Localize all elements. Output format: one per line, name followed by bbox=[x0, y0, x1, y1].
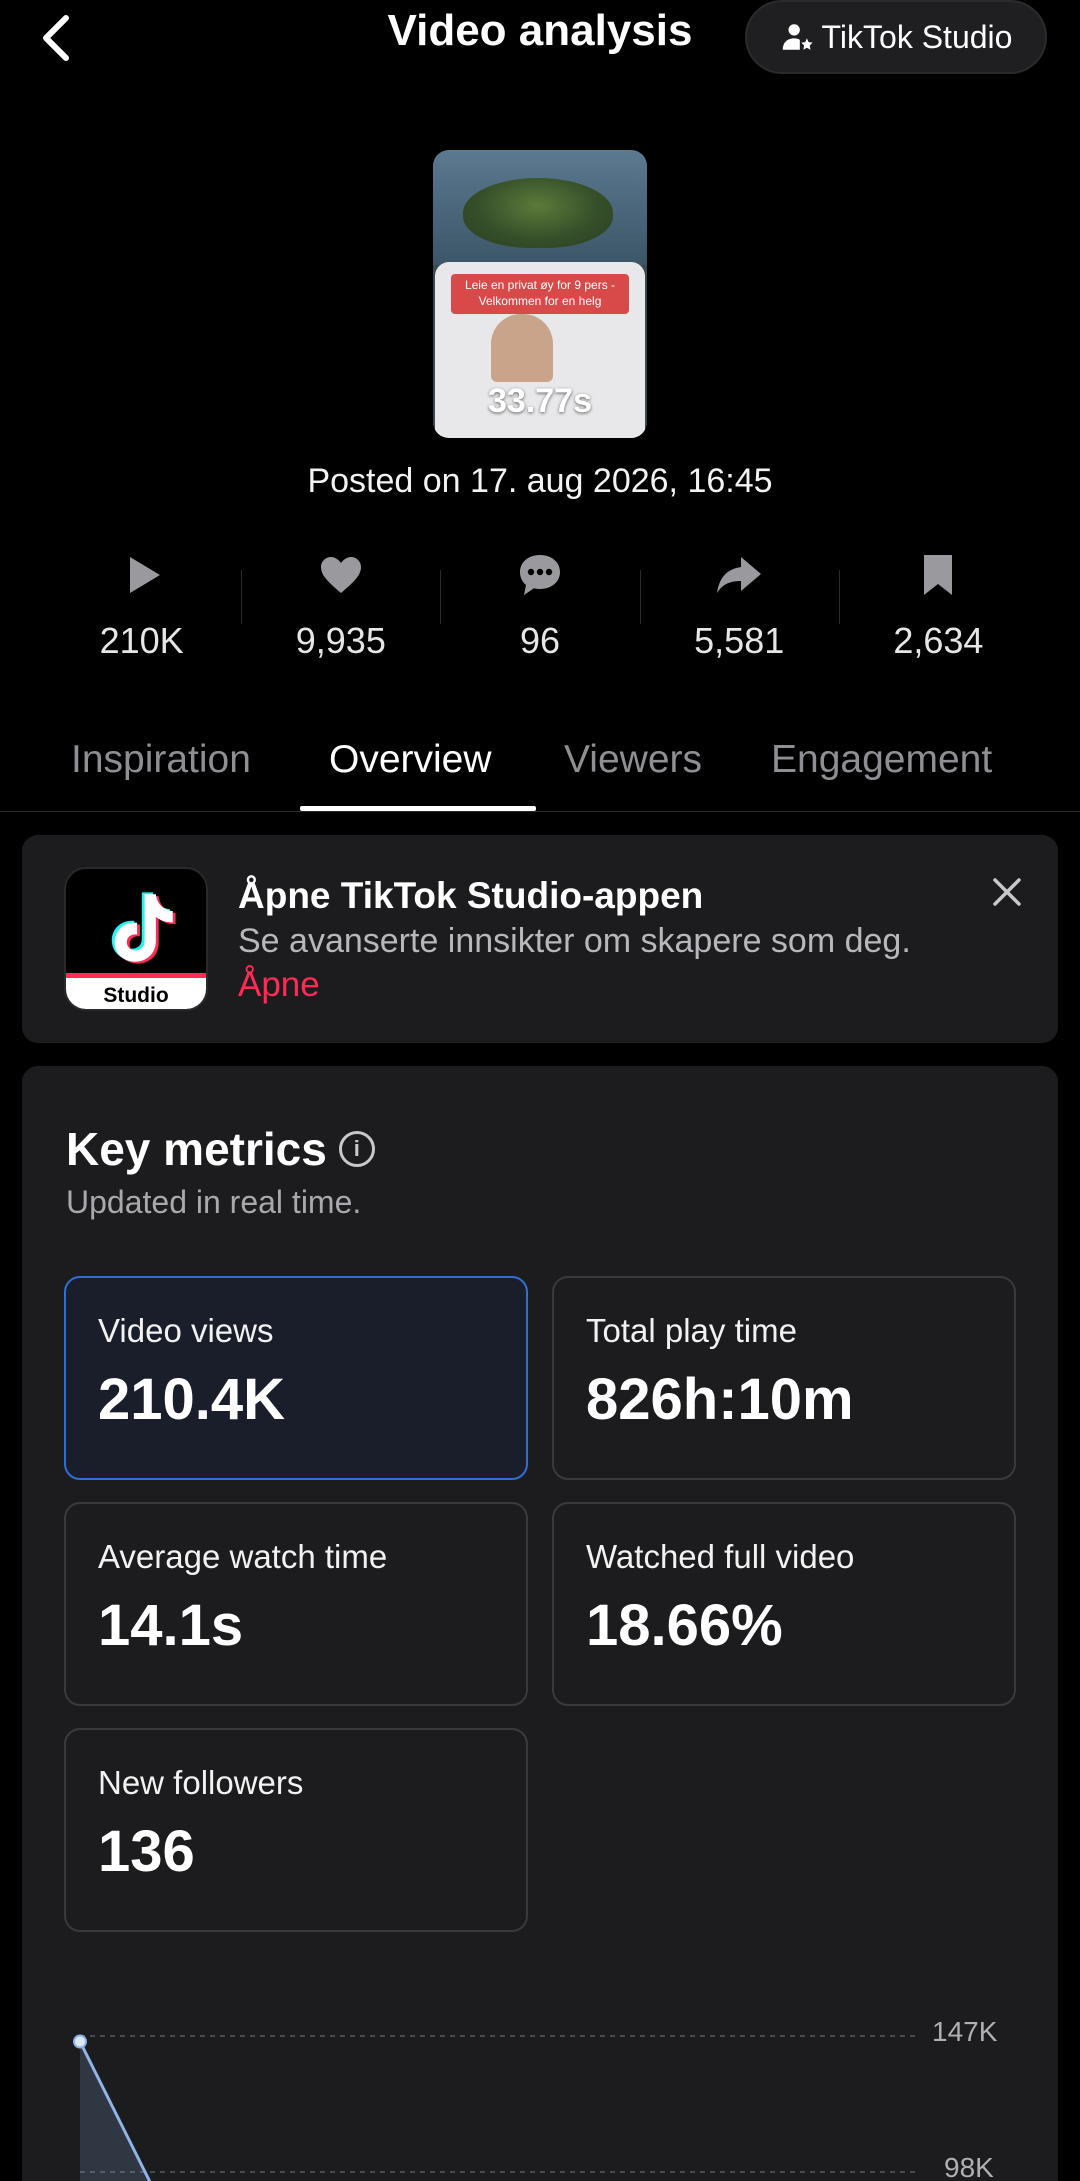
metric-label: Average watch time bbox=[98, 1538, 388, 1575]
share-arrow-icon bbox=[717, 557, 762, 593]
video-duration: 33.77s bbox=[488, 382, 592, 420]
bookmark-icon bbox=[924, 555, 953, 595]
key-metrics-heading: Key metrics i bbox=[66, 1122, 375, 1176]
comments-count: 96 bbox=[519, 620, 561, 661]
comment-icon bbox=[520, 555, 560, 595]
video-thumbnail[interactable]: Leie en privat øy for 9 pers -Velkommen … bbox=[433, 150, 647, 438]
metric-value: 18.66% bbox=[586, 1593, 783, 1658]
posted-date: Posted on 17. aug 2026, 16:45 bbox=[307, 462, 773, 500]
active-tab-indicator bbox=[300, 806, 536, 811]
metric-value: 136 bbox=[98, 1819, 195, 1884]
thumbnail-island bbox=[463, 178, 613, 248]
close-icon bbox=[993, 878, 1021, 906]
key-metrics-panel: Key metrics i Updated in real time. Vide… bbox=[22, 1066, 1058, 2181]
metric-card-new-followers[interactable]: New followers 136 bbox=[64, 1728, 528, 1932]
views-count: 210K bbox=[99, 620, 184, 661]
views-chart[interactable]: 147K 98K bbox=[22, 1966, 1058, 2181]
y-tick-label: 147K bbox=[932, 2016, 998, 2047]
heart-icon bbox=[320, 557, 361, 593]
tab-engagement[interactable]: Engagement bbox=[771, 738, 992, 782]
metric-card-average-watch-time[interactable]: Average watch time 14.1s bbox=[64, 1502, 528, 1706]
series-area bbox=[80, 2041, 150, 2181]
tab-inspiration[interactable]: Inspiration bbox=[71, 738, 251, 782]
metric-value: 210.4K bbox=[98, 1367, 286, 1432]
stats-row: 210K 9,935 96 5,581 2,634 bbox=[42, 540, 1038, 680]
tiktok-note-icon bbox=[111, 892, 176, 964]
header: Video analysis TikTok Studio bbox=[0, 0, 1080, 80]
stat-saves: 2,634 bbox=[838, 540, 1038, 680]
play-icon bbox=[129, 557, 160, 593]
tab-viewers[interactable]: Viewers bbox=[564, 738, 702, 782]
tab-overview[interactable]: Overview bbox=[329, 738, 492, 782]
stat-likes: 9,935 bbox=[241, 540, 440, 680]
promo-open-link[interactable]: Åpne bbox=[238, 965, 320, 1005]
tiktok-studio-button[interactable]: TikTok Studio bbox=[745, 0, 1047, 74]
likes-count: 9,935 bbox=[295, 620, 386, 661]
shares-count: 5,581 bbox=[694, 620, 785, 661]
metric-value: 826h:10m bbox=[586, 1367, 854, 1432]
metric-label: New followers bbox=[98, 1764, 304, 1801]
thumbnail-person bbox=[491, 314, 553, 382]
metric-label: Video views bbox=[98, 1312, 274, 1349]
promo-title: Åpne TikTok Studio-appen bbox=[238, 875, 704, 916]
metric-label: Watched full video bbox=[586, 1538, 855, 1575]
tab-bar: Inspiration Overview Viewers Engagement bbox=[0, 730, 1080, 812]
chart-svg bbox=[73, 2034, 918, 2181]
key-metrics-title: Key metrics bbox=[66, 1123, 327, 1175]
metric-value: 14.1s bbox=[98, 1593, 244, 1658]
metric-card-total-play-time[interactable]: Total play time 826h:10m bbox=[552, 1276, 1016, 1480]
key-metrics-subtitle: Updated in real time. bbox=[66, 1184, 362, 1220]
stat-shares: 5,581 bbox=[639, 540, 839, 680]
studio-promo-card: Studio Åpne TikTok Studio-appen Se avans… bbox=[22, 835, 1058, 1043]
studio-icon-label: Studio bbox=[66, 973, 206, 1009]
stat-comments: 96 bbox=[440, 540, 639, 680]
user-star-icon bbox=[782, 24, 813, 50]
data-point[interactable] bbox=[73, 2034, 87, 2049]
studio-button-label: TikTok Studio bbox=[821, 18, 1013, 55]
saves-count: 2,634 bbox=[893, 620, 984, 661]
metric-card-video-views[interactable]: Video views 210.4K bbox=[64, 1276, 528, 1480]
metric-card-watched-full-video[interactable]: Watched full video 18.66% bbox=[552, 1502, 1016, 1706]
promo-subtitle: Se avanserte innsikter om skapere som de… bbox=[238, 922, 911, 960]
thumbnail-banner: Leie en privat øy for 9 pers -Velkommen … bbox=[451, 274, 629, 314]
close-button[interactable] bbox=[982, 867, 1032, 917]
y-tick-label: 98K bbox=[944, 2152, 994, 2181]
info-icon[interactable]: i bbox=[338, 1131, 375, 1167]
stat-views: 210K bbox=[42, 540, 241, 680]
metric-label: Total play time bbox=[586, 1312, 797, 1349]
tiktok-studio-app-icon: Studio bbox=[64, 867, 208, 1011]
